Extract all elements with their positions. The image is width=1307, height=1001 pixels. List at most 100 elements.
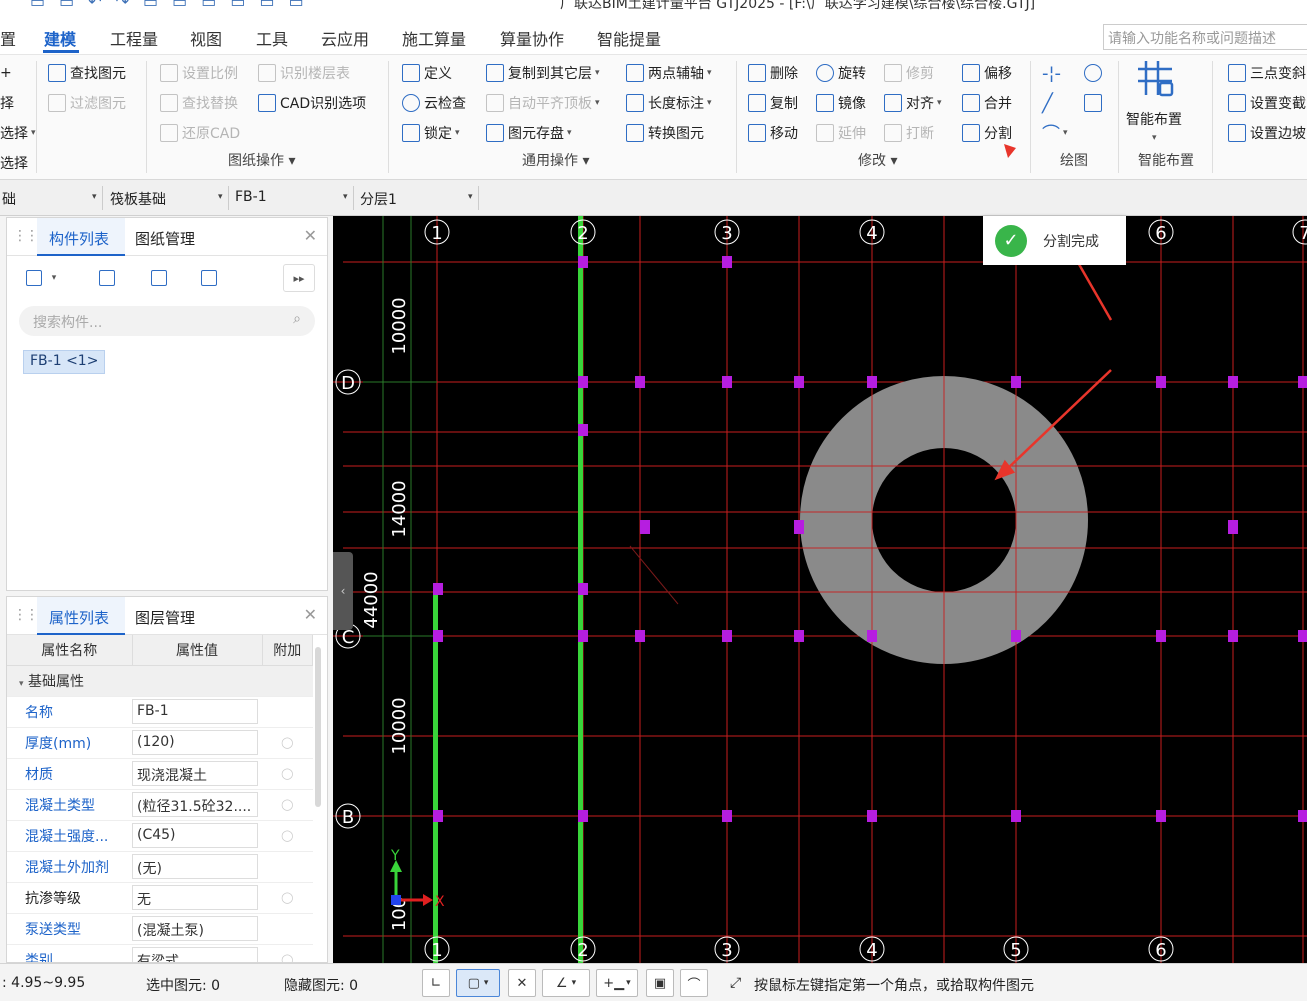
menu-quantity[interactable]: 工程量: [110, 26, 158, 50]
break-button[interactable]: 打断: [884, 121, 934, 145]
property-group-row[interactable]: ▾ 基础属性: [7, 665, 313, 697]
group-general-ops[interactable]: 通用操作 ▾: [522, 150, 589, 170]
quick-access-icons[interactable]: ▭▭↶↷▭▭▭▭▭▭: [30, 0, 318, 11]
menu-tools[interactable]: 工具: [256, 26, 288, 50]
copy-component-button[interactable]: [91, 264, 123, 292]
menu-settings[interactable]: 置: [0, 26, 16, 50]
auto-align-top-button[interactable]: 自动平齐顶板 ▾: [486, 91, 600, 115]
draw-point-button[interactable]: -¦-: [1042, 61, 1061, 85]
align-button[interactable]: 对齐 ▾: [884, 91, 942, 115]
type-select[interactable]: 筏板基础: [110, 189, 166, 209]
element-save-button[interactable]: 图元存盘 ▾: [486, 121, 572, 145]
property-value-field[interactable]: (粒径31.5砼32....: [132, 792, 258, 817]
drag-handle-icon[interactable]: ⋮⋮: [13, 607, 39, 623]
find-replace-button[interactable]: 查找替换: [160, 91, 238, 115]
group-modify[interactable]: 修改 ▾: [858, 150, 897, 170]
property-value-field[interactable]: 有梁式: [132, 947, 258, 962]
extra-checkbox[interactable]: ◯: [262, 789, 313, 821]
extra-checkbox[interactable]: ◯: [262, 758, 313, 790]
menu-smart-extract[interactable]: 智能提量: [597, 26, 661, 50]
cad-options-button[interactable]: CAD识别选项: [258, 91, 366, 115]
copy-to-floor-button[interactable]: 复制到其它层 ▾: [486, 61, 600, 85]
menu-cloud[interactable]: 云应用: [321, 26, 369, 50]
property-value-field[interactable]: (无): [132, 854, 258, 879]
delete-button[interactable]: 删除: [748, 61, 798, 85]
object-snap-toggle[interactable]: ▢ ▾: [456, 969, 500, 997]
menu-modeling[interactable]: 建模: [44, 26, 76, 50]
angle-toggle[interactable]: ∠ ▾: [542, 969, 590, 997]
layer-copy-button[interactable]: [193, 264, 225, 292]
smart-layout-button[interactable]: 智能布置: [1126, 107, 1182, 131]
length-dim-button[interactable]: 长度标注 ▾: [626, 91, 712, 115]
chevron-down-icon[interactable]: ▾: [343, 192, 348, 202]
group-drawing-ops[interactable]: 图纸操作 ▾: [228, 150, 295, 170]
property-value-field[interactable]: 现浇混凝土: [132, 761, 258, 786]
ribbon-cut-2[interactable]: 选择 ▾: [0, 121, 36, 145]
rotate-button[interactable]: 旋转: [816, 61, 866, 85]
tab-component-list[interactable]: 构件列表: [49, 228, 109, 249]
property-value-field[interactable]: (C45): [132, 823, 258, 848]
property-value-field[interactable]: (混凝土泵): [132, 916, 258, 941]
drag-handle-icon[interactable]: ⋮⋮: [13, 228, 39, 244]
tab-property-list[interactable]: 属性列表: [49, 607, 109, 628]
find-element-button[interactable]: 查找图元: [48, 61, 126, 85]
draw-rect-button[interactable]: [1084, 91, 1106, 115]
close-icon[interactable]: ✕: [304, 605, 317, 624]
two-point-axis-button[interactable]: 两点辅轴 ▾: [626, 61, 712, 85]
layer-select[interactable]: 分层1: [360, 189, 397, 209]
offset-button[interactable]: 偏移: [962, 61, 1012, 85]
set-variable-section-button[interactable]: 设置变截: [1228, 91, 1306, 115]
tab-layer-management[interactable]: 图层管理: [135, 607, 195, 628]
draw-arc-point-button[interactable]: [1084, 61, 1106, 85]
lock-button[interactable]: 锁定 ▾: [402, 121, 460, 145]
ribbon-cut-3[interactable]: 选择: [0, 151, 28, 175]
set-scale-button[interactable]: 设置比例: [160, 61, 238, 85]
chevron-down-icon[interactable]: ▾: [92, 192, 97, 202]
extra-checkbox[interactable]: ◯: [262, 882, 313, 914]
extra-checkbox[interactable]: ◯: [262, 727, 313, 759]
trim-button[interactable]: 修剪: [884, 61, 934, 85]
extra-checkbox[interactable]: ◯: [262, 944, 313, 962]
property-value-field[interactable]: FB-1: [132, 699, 258, 724]
cloud-check-button[interactable]: 云检查: [402, 91, 466, 115]
set-edge-slope-button[interactable]: 设置边坡: [1228, 121, 1306, 145]
menu-view[interactable]: 视图: [190, 26, 222, 50]
restore-cad-button[interactable]: 还原CAD: [160, 121, 240, 145]
menu-construction[interactable]: 施工算量: [402, 26, 466, 50]
panel-collapse-handle[interactable]: ‹: [333, 552, 353, 630]
smart-layout-icon[interactable]: [1136, 59, 1176, 99]
ribbon-cut-0[interactable]: +: [0, 61, 12, 85]
component-list-item[interactable]: FB-1 <1>: [23, 350, 106, 374]
function-search-input[interactable]: 请输入功能名称或问题描述: [1103, 24, 1307, 50]
define-button[interactable]: 定义: [402, 61, 452, 85]
merge-button[interactable]: 合并: [962, 91, 1012, 115]
arc-toggle[interactable]: ⌒: [680, 969, 708, 997]
component-search-input[interactable]: 搜索构件... ⌕: [19, 306, 315, 336]
convert-element-button[interactable]: 转换图元: [626, 121, 704, 145]
draw-line-button[interactable]: ╱: [1042, 91, 1053, 115]
close-icon[interactable]: ✕: [304, 226, 317, 245]
drawing-canvas[interactable]: 1 2 3 4 6 7 1 2 3 4 5 6 D C B 10000 1400…: [333, 216, 1307, 963]
menu-collab[interactable]: 算量协作: [500, 26, 564, 50]
offset-input-toggle[interactable]: +▁ ▾: [596, 969, 638, 997]
extra-checkbox[interactable]: ◯: [262, 820, 313, 852]
property-value-field[interactable]: (120): [132, 730, 258, 755]
copy-button[interactable]: 复制: [748, 91, 798, 115]
new-component-button[interactable]: ▾: [25, 264, 57, 292]
property-value-field[interactable]: 无: [132, 885, 258, 910]
display-toggle[interactable]: ▣: [646, 969, 674, 997]
mirror-button[interactable]: 镜像: [816, 91, 866, 115]
ribbon-cut-1[interactable]: 择: [0, 91, 14, 115]
delete-component-button[interactable]: [143, 264, 175, 292]
three-point-slope-button[interactable]: 三点变斜: [1228, 61, 1306, 85]
tab-drawing-management[interactable]: 图纸管理: [135, 228, 195, 249]
component-select[interactable]: FB-1: [235, 189, 267, 205]
filter-element-button[interactable]: 过滤图元: [48, 91, 126, 115]
ortho-toggle[interactable]: ∟: [422, 969, 450, 997]
chevron-down-icon[interactable]: ▾: [218, 192, 223, 202]
property-scrollbar[interactable]: [315, 647, 321, 807]
identify-floor-table-button[interactable]: 识别楼层表: [258, 61, 350, 85]
move-button[interactable]: 移动: [748, 121, 798, 145]
cross-snap-toggle[interactable]: ✕: [508, 969, 536, 997]
category-select[interactable]: 础: [2, 189, 16, 209]
